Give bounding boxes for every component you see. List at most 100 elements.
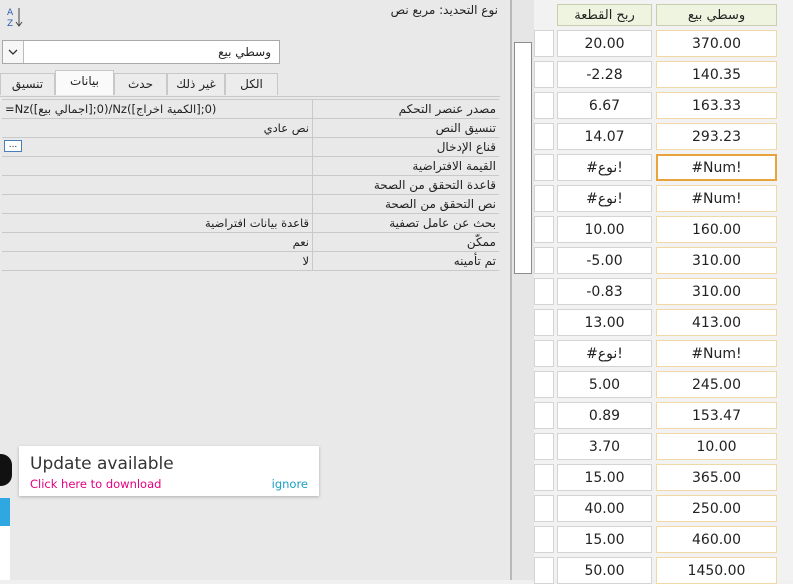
profit-cell[interactable]: -5.00: [557, 247, 652, 274]
table-row[interactable]: -5.00 310.00: [534, 247, 793, 274]
tab-other[interactable]: غير ذلك: [167, 73, 225, 95]
property-value[interactable]: [2, 138, 312, 156]
tab-event[interactable]: حدث: [114, 73, 167, 95]
builder-button[interactable]: ...: [4, 140, 22, 152]
row-stub-cell[interactable]: [534, 247, 554, 274]
table-row[interactable]: 20.00 370.00: [534, 30, 793, 57]
avg-sale-cell[interactable]: 413.00: [656, 309, 777, 336]
row-stub-cell[interactable]: [534, 30, 554, 57]
profit-cell[interactable]: 40.00: [557, 495, 652, 522]
row-stub-cell[interactable]: [534, 216, 554, 243]
row-stub-cell[interactable]: [534, 433, 554, 460]
row-stub-cell[interactable]: [534, 495, 554, 522]
property-value[interactable]: قاعدة بيانات افتراضية: [2, 214, 312, 232]
avg-sale-cell[interactable]: 153.47: [656, 402, 777, 429]
avg-sale-cell[interactable]: 370.00: [656, 30, 777, 57]
table-row[interactable]: -2.28 140.35: [534, 61, 793, 88]
profit-cell[interactable]: -2.28: [557, 61, 652, 88]
property-row[interactable]: مصدر عنصر التحكم =Nz([اجمالي بيع];0)/Nz(…: [2, 100, 499, 119]
profit-cell[interactable]: 0.89: [557, 402, 652, 429]
property-row[interactable]: ممكّن نعم: [2, 233, 499, 252]
profit-cell[interactable]: 13.00: [557, 309, 652, 336]
table-row[interactable]: 0.89 153.47: [534, 402, 793, 429]
table-row[interactable]: 14.07 293.23: [534, 123, 793, 150]
property-row[interactable]: تم تأمينه لا: [2, 252, 499, 271]
eye-icon[interactable]: [0, 498, 10, 526]
property-row[interactable]: بحث عن عامل تصفية قاعدة بيانات افتراضية: [2, 214, 499, 233]
avg-sale-cell[interactable]: 160.00: [656, 216, 777, 243]
profit-cell[interactable]: #نوع!: [557, 185, 652, 212]
profit-cell[interactable]: 5.00: [557, 371, 652, 398]
profit-cell[interactable]: 3.70: [557, 433, 652, 460]
row-stub-cell[interactable]: [534, 464, 554, 491]
row-stub-cell[interactable]: [534, 123, 554, 150]
profit-cell[interactable]: #نوع!: [557, 340, 652, 367]
property-row[interactable]: نص التحقق من الصحة: [2, 195, 499, 214]
property-value[interactable]: نعم: [2, 233, 312, 251]
chevron-down-icon[interactable]: [3, 41, 24, 63]
row-stub-cell[interactable]: [534, 61, 554, 88]
table-row[interactable]: 10.00 160.00: [534, 216, 793, 243]
header-profit[interactable]: ربح القطعة: [557, 4, 652, 26]
row-stub-cell[interactable]: [534, 526, 554, 553]
table-row[interactable]: 15.00 460.00: [534, 526, 793, 553]
profit-cell[interactable]: -0.83: [557, 278, 652, 305]
property-value[interactable]: [2, 195, 312, 213]
profit-cell[interactable]: 6.67: [557, 92, 652, 119]
avg-sale-cell[interactable]: 250.00: [656, 495, 777, 522]
avg-sale-cell[interactable]: 460.00: [656, 526, 777, 553]
sort-az-icon[interactable]: A Z: [5, 5, 25, 29]
profit-cell[interactable]: #نوع!: [557, 154, 652, 181]
property-row[interactable]: تنسيق النص نص عادي: [2, 119, 499, 138]
property-row[interactable]: قاعدة التحقق من الصحة: [2, 176, 499, 195]
download-link[interactable]: Click here to download: [30, 477, 161, 491]
table-row[interactable]: #نوع! #Num!: [534, 340, 793, 367]
row-stub-cell[interactable]: [534, 309, 554, 336]
table-row[interactable]: 3.70 10.00: [534, 433, 793, 460]
avg-sale-cell[interactable]: 245.00: [656, 371, 777, 398]
table-row[interactable]: 5.00 245.00: [534, 371, 793, 398]
property-value[interactable]: =Nz([اجمالي بيع];0)/Nz([الكمية اخراج];0): [2, 100, 312, 118]
row-stub-cell[interactable]: [534, 371, 554, 398]
row-stub-cell[interactable]: [534, 185, 554, 212]
table-row[interactable]: #نوع! #Num!: [534, 154, 793, 181]
row-stub-cell[interactable]: [534, 402, 554, 429]
avg-sale-cell[interactable]: 10.00: [656, 433, 777, 460]
avg-sale-cell[interactable]: #Num!: [656, 340, 777, 367]
scrollbar-thumb[interactable]: [514, 42, 532, 274]
ignore-link[interactable]: ignore: [272, 477, 308, 491]
profit-cell[interactable]: 20.00: [557, 30, 652, 57]
header-avg-sale[interactable]: وسطي بيع: [656, 4, 777, 26]
update-toast[interactable]: Update available Click here to download …: [19, 446, 319, 496]
table-row[interactable]: #نوع! #Num!: [534, 185, 793, 212]
avg-sale-cell[interactable]: 140.35: [656, 61, 777, 88]
table-row[interactable]: 6.67 163.33: [534, 92, 793, 119]
profit-cell[interactable]: 15.00: [557, 464, 652, 491]
table-row[interactable]: 13.00 413.00: [534, 309, 793, 336]
avg-sale-cell[interactable]: 163.33: [656, 92, 777, 119]
property-value[interactable]: نص عادي: [2, 119, 312, 137]
property-value[interactable]: [2, 176, 312, 194]
tab-all[interactable]: الكل: [225, 73, 278, 95]
property-value[interactable]: لا: [2, 252, 312, 270]
property-row[interactable]: قناع الإدخال ...: [2, 138, 499, 157]
avg-sale-cell[interactable]: 293.23: [656, 123, 777, 150]
profit-cell[interactable]: 15.00: [557, 526, 652, 553]
profit-cell[interactable]: 14.07: [557, 123, 652, 150]
object-select[interactable]: وسطي بيع: [2, 40, 280, 64]
avg-sale-cell[interactable]: 310.00: [656, 278, 777, 305]
row-stub-cell[interactable]: [534, 340, 554, 367]
property-row[interactable]: القيمة الافتراضية: [2, 157, 499, 176]
avg-sale-cell[interactable]: 310.00: [656, 247, 777, 274]
table-row[interactable]: -0.83 310.00: [534, 278, 793, 305]
tab-format[interactable]: تنسيق: [0, 73, 55, 95]
tab-data[interactable]: بيانات: [55, 70, 114, 95]
property-value[interactable]: [2, 157, 312, 175]
row-stub-cell[interactable]: [534, 92, 554, 119]
table-row[interactable]: 15.00 365.00: [534, 464, 793, 491]
vertical-scrollbar[interactable]: [512, 0, 534, 580]
row-stub-cell[interactable]: [534, 278, 554, 305]
row-stub-cell[interactable]: [534, 154, 554, 181]
avg-sale-cell[interactable]: 365.00: [656, 464, 777, 491]
profit-cell[interactable]: 10.00: [557, 216, 652, 243]
